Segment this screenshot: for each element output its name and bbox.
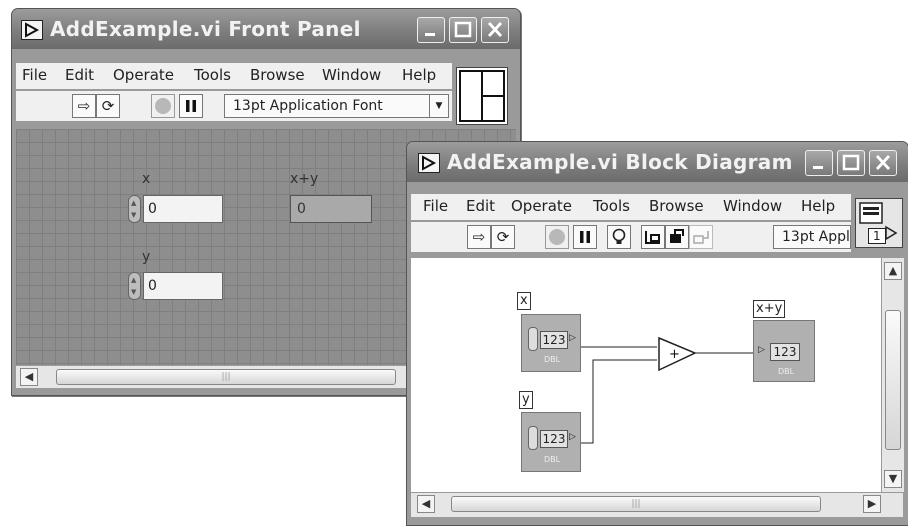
pause-icon[interactable] <box>179 94 203 118</box>
menu-help[interactable]: Help <box>801 197 835 215</box>
close-button[interactable] <box>481 17 509 43</box>
pause-icon[interactable] <box>573 225 597 249</box>
menu-window[interactable]: Window <box>723 197 782 215</box>
menu-window[interactable]: Window <box>322 66 381 84</box>
scroll-up-icon[interactable]: ▲ <box>884 262 902 280</box>
block-diagram-titlebar[interactable]: AddExample.vi Block Diagram <box>407 142 908 182</box>
sum-terminal[interactable]: ▷ 123 DBL <box>753 320 815 382</box>
output-arrow-icon: ▷ <box>569 333 576 343</box>
y-control-label: y <box>142 249 151 265</box>
menu-browse[interactable]: Browse <box>649 197 704 215</box>
run-continuously-icon[interactable]: ⟳ <box>96 94 120 118</box>
increment-decrement-icon[interactable]: ▲ ▼ <box>128 195 141 223</box>
highlight-execution-icon[interactable] <box>607 225 631 249</box>
x-terminal-datatype: DBL <box>543 355 561 364</box>
y-terminal-datatype: DBL <box>543 455 561 464</box>
run-arrow-icon[interactable]: ⇨ <box>467 225 491 249</box>
abort-execution-icon[interactable] <box>151 94 175 118</box>
y-value[interactable]: 0 <box>143 272 223 300</box>
scroll-down-icon[interactable]: ▼ <box>884 470 902 488</box>
x-terminal-label: x <box>517 292 531 310</box>
maximize-button[interactable] <box>837 150 865 176</box>
x-value[interactable]: 0 <box>143 195 223 223</box>
x-numeric-control[interactable]: ▲ ▼ 0 <box>128 195 226 223</box>
scrollbar-thumb[interactable]: ||| <box>451 496 821 512</box>
menu-file[interactable]: File <box>22 66 47 84</box>
menu-edit[interactable]: Edit <box>65 66 94 84</box>
terminal-spin-icon <box>528 327 538 351</box>
block-diagram-menubar: File Edit Operate Tools Browse Window He… <box>411 194 851 220</box>
scroll-right-icon[interactable]: ▶ <box>863 495 881 513</box>
sum-numeric-indicator: 0 <box>290 195 372 223</box>
menu-help[interactable]: Help <box>402 66 436 84</box>
close-button[interactable] <box>869 150 897 176</box>
menu-tools[interactable]: Tools <box>593 197 630 215</box>
connector-pane-icon[interactable] <box>456 67 508 125</box>
labview-logo-icon <box>21 20 43 40</box>
front-panel-horizontal-scrollbar[interactable]: ◀ ||| <box>16 365 416 388</box>
menu-edit[interactable]: Edit <box>466 197 495 215</box>
vi-icon[interactable]: 1 <box>855 198 903 248</box>
front-panel-menubar: File Edit Operate Tools Browse Window He… <box>16 63 452 89</box>
connector-number: 1 <box>868 228 886 244</box>
block-diagram-vertical-scrollbar[interactable]: ▲ ▼ <box>881 258 904 492</box>
scroll-left-icon[interactable]: ◀ <box>417 495 435 513</box>
run-arrow-icon[interactable]: ⇨ <box>72 94 96 118</box>
x-terminal-type: 123 <box>540 331 568 349</box>
increment-decrement-icon[interactable]: ▲ ▼ <box>128 272 141 300</box>
sum-terminal-label: x+y <box>753 300 786 318</box>
add-function-symbol: + <box>669 347 680 362</box>
block-diagram-toolbar: ⇨ ⟳ 13pt Appl <box>411 222 851 252</box>
font-selector-value: 13pt Application Font <box>233 98 383 114</box>
font-selector-value: 13pt Appl <box>782 229 850 245</box>
block-diagram-window: AddExample.vi Block Diagram File Edit Op… <box>406 141 908 526</box>
menu-operate[interactable]: Operate <box>511 197 572 215</box>
scrollbar-thumb[interactable]: ||| <box>56 369 396 385</box>
scroll-left-icon[interactable]: ◀ <box>20 368 38 386</box>
terminal-spin-icon <box>528 426 538 450</box>
step-over-icon[interactable] <box>689 225 713 249</box>
x-control-label: x <box>142 171 151 187</box>
sum-terminal-type: 123 <box>770 343 800 361</box>
menu-file[interactable]: File <box>423 197 448 215</box>
y-terminal-type: 123 <box>540 430 568 448</box>
font-selector[interactable]: 13pt Application Font ▼ <box>224 94 449 118</box>
chevron-down-icon[interactable]: ▼ <box>429 95 448 117</box>
front-panel-titlebar[interactable]: AddExample.vi Front Panel <box>12 9 520 49</box>
scrollbar-thumb[interactable] <box>885 310 901 450</box>
menu-browse[interactable]: Browse <box>250 66 305 84</box>
abort-execution-icon[interactable] <box>545 225 569 249</box>
y-terminal[interactable]: 123 ▷ DBL <box>521 412 581 472</box>
wire-y <box>581 359 657 444</box>
front-panel-toolbar: ⇨ ⟳ 13pt Application Font ▼ <box>16 91 452 121</box>
sum-terminal-datatype: DBL <box>777 367 795 376</box>
labview-logo-icon <box>418 153 440 173</box>
sum-indicator-label: x+y <box>290 171 319 187</box>
menu-operate[interactable]: Operate <box>113 66 174 84</box>
block-diagram-horizontal-scrollbar[interactable]: ◀ ||| ▶ <box>411 492 903 517</box>
front-panel-title: AddExample.vi Front Panel <box>50 17 361 41</box>
run-continuously-icon[interactable]: ⟳ <box>491 225 515 249</box>
input-arrow-icon: ▷ <box>758 345 765 355</box>
font-selector[interactable]: 13pt Appl <box>773 225 851 249</box>
step-into-icon[interactable] <box>665 225 689 249</box>
menu-tools[interactable]: Tools <box>194 66 231 84</box>
block-diagram-canvas: + x 123 ▷ DBL y 123 ▷ DBL x+y ▷ 123 DBL <box>411 258 881 492</box>
minimize-button[interactable] <box>805 150 833 176</box>
y-numeric-control[interactable]: ▲ ▼ 0 <box>128 272 226 300</box>
retain-wire-values-icon[interactable] <box>641 225 665 249</box>
output-arrow-icon: ▷ <box>569 432 576 442</box>
x-terminal[interactable]: 123 ▷ DBL <box>521 314 581 372</box>
maximize-button[interactable] <box>449 17 477 43</box>
block-diagram-title: AddExample.vi Block Diagram <box>447 150 793 174</box>
y-terminal-label: y <box>519 391 533 409</box>
minimize-button[interactable] <box>417 17 445 43</box>
